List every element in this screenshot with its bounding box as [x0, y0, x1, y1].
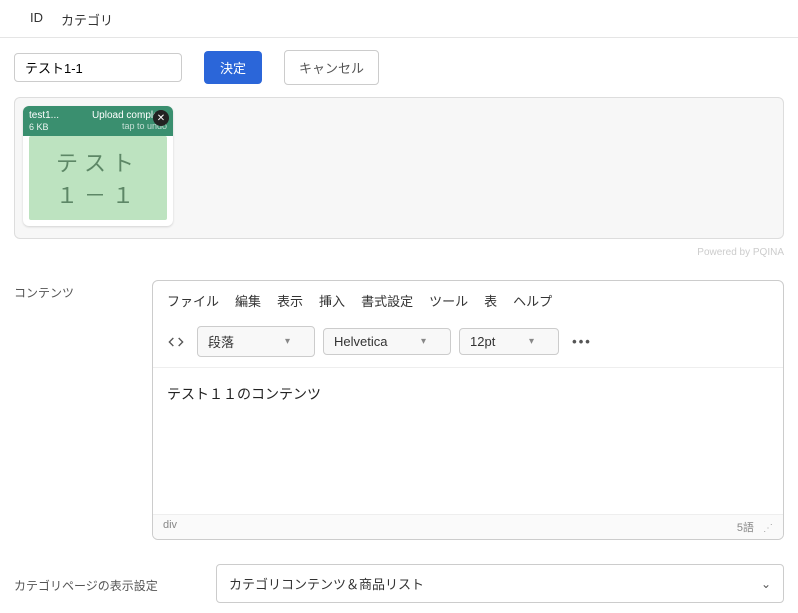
rich-text-editor: ファイル 編集 表示 挿入 書式設定 ツール 表 ヘルプ 段落 ▾ Helvet… [152, 280, 784, 540]
display-setting-value: カテゴリコンテンツ＆商品リスト [229, 574, 424, 593]
name-input[interactable] [14, 53, 182, 82]
display-setting-select[interactable]: カテゴリコンテンツ＆商品リスト ⌄ [216, 564, 784, 603]
block-format-select[interactable]: 段落 ▾ [197, 326, 315, 357]
block-format-value: 段落 [208, 332, 234, 351]
resize-grip-icon[interactable]: ⋰ [763, 523, 773, 534]
thumb-text-line1: テスト [56, 146, 140, 178]
editor-toolbar: 段落 ▾ Helvetica ▾ 12pt ▾ ••• [153, 320, 783, 368]
font-family-select[interactable]: Helvetica ▾ [323, 328, 451, 355]
menu-table[interactable]: 表 [484, 291, 497, 310]
menu-insert[interactable]: 挿入 [319, 291, 345, 310]
category-label: カテゴリ [61, 10, 113, 29]
upload-card: test1... 6 KB Upload complete tap to und… [23, 106, 173, 226]
menu-file[interactable]: ファイル [167, 291, 219, 310]
font-size-select[interactable]: 12pt ▾ [459, 328, 559, 355]
menu-help[interactable]: ヘルプ [513, 291, 552, 310]
submit-button[interactable]: 決定 [204, 51, 262, 84]
menu-edit[interactable]: 編集 [235, 291, 261, 310]
display-setting-label: カテゴリページの表示設定 [14, 573, 208, 594]
upload-card-header: test1... 6 KB Upload complete tap to und… [23, 106, 173, 136]
upload-area[interactable]: test1... 6 KB Upload complete tap to und… [14, 97, 784, 239]
more-icon[interactable]: ••• [567, 334, 597, 349]
editor-menubar: ファイル 編集 表示 挿入 書式設定 ツール 表 ヘルプ [153, 281, 783, 320]
upload-thumbnail: テスト １－１ [29, 136, 167, 220]
chevron-down-icon: ▾ [285, 336, 290, 347]
editor-word-count[interactable]: 5語 [737, 522, 754, 534]
display-setting-row: カテゴリページの表示設定 カテゴリコンテンツ＆商品リスト ⌄ [0, 540, 798, 613]
font-size-value: 12pt [470, 334, 495, 349]
menu-format[interactable]: 書式設定 [361, 291, 413, 310]
cancel-button[interactable]: キャンセル [284, 50, 379, 85]
close-icon[interactable]: ✕ [153, 110, 169, 126]
content-label: コンテンツ [14, 280, 144, 540]
editor-statusbar: div 5語 ⋰ [153, 514, 783, 539]
thumb-text-line2: １－１ [56, 178, 140, 210]
chevron-down-icon: ▾ [529, 336, 534, 347]
upload-file-name: test1... [29, 110, 59, 121]
upload-file-size: 6 KB [29, 122, 59, 132]
chevron-down-icon: ⌄ [761, 577, 771, 591]
actions-row: 決定 キャンセル [0, 38, 798, 97]
header-row: ID カテゴリ [0, 0, 798, 38]
source-code-icon[interactable] [163, 329, 189, 355]
id-label: ID [30, 10, 43, 29]
content-field-row: コンテンツ ファイル 編集 表示 挿入 書式設定 ツール 表 ヘルプ 段落 ▾ … [0, 258, 798, 540]
font-family-value: Helvetica [334, 334, 387, 349]
editor-body[interactable]: テスト１１のコンテンツ [153, 368, 783, 514]
chevron-down-icon: ▾ [421, 336, 426, 347]
editor-path[interactable]: div [163, 519, 177, 535]
menu-tools[interactable]: ツール [429, 291, 468, 310]
powered-by: Powered by PQINA [0, 245, 798, 258]
menu-view[interactable]: 表示 [277, 291, 303, 310]
